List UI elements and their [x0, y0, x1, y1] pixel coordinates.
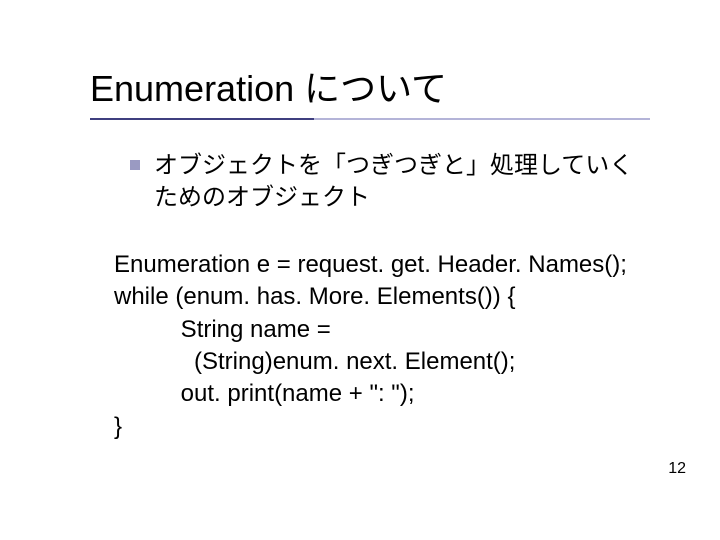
title-underline	[90, 118, 650, 120]
slide: Enumeration について オブジェクトを「つぎつぎと」処理していくための…	[0, 0, 720, 540]
code-line: while (enum. has. More. Elements()) {	[114, 281, 670, 313]
page-number: 12	[668, 460, 686, 478]
slide-title: Enumeration について	[90, 60, 670, 112]
code-block: Enumeration e = request. get. Header. Na…	[114, 249, 670, 443]
code-line: Enumeration e = request. get. Header. Na…	[114, 249, 670, 281]
code-line: }	[114, 411, 670, 443]
square-bullet-icon	[130, 160, 140, 170]
bullet-text: オブジェクトを「つぎつぎと」処理していくためのオブジェクト	[154, 150, 650, 215]
code-line: String name =	[114, 314, 670, 346]
code-line: (String)enum. next. Element();	[114, 346, 670, 378]
code-line: out. print(name + ": ");	[114, 378, 670, 410]
bullet-item: オブジェクトを「つぎつぎと」処理していくためのオブジェクト	[130, 150, 650, 215]
